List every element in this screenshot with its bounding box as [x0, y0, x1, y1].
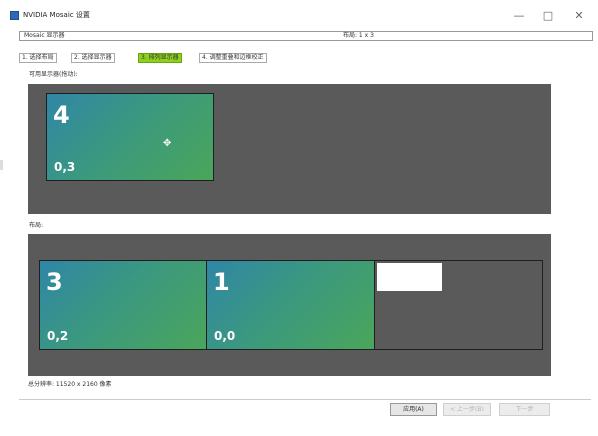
monitor-tile-4[interactable]: 4 0,3 [46, 93, 214, 181]
monitor-tile-1[interactable]: 1 0,0 [206, 260, 375, 350]
monitor-tile-3[interactable]: 3 0,2 [39, 260, 207, 350]
layout-summary: 布局: 1 x 3 [343, 32, 374, 39]
layout-panel: 3 0,2 1 0,0 [28, 234, 551, 376]
apply-button[interactable]: 应用(A) [390, 403, 437, 416]
monitor-position: 0,2 [47, 329, 69, 343]
monitor-number: 1 [213, 268, 230, 296]
available-displays-panel: 4 0,3 [28, 84, 551, 214]
footer-divider [19, 399, 591, 400]
empty-layout-slot[interactable] [374, 260, 543, 350]
close-button[interactable]: ✕ [569, 9, 589, 23]
monitor-position: 0,0 [214, 329, 236, 343]
step-select-displays[interactable]: 2. 选择显示器 [71, 53, 115, 63]
maximize-button[interactable]: □ [538, 9, 558, 23]
window-edge-marker [0, 160, 3, 170]
window-title: NVIDIA Mosaic 设置 [23, 11, 90, 19]
drop-target-highlight [377, 263, 442, 291]
title-bar: NVIDIA Mosaic 设置 — □ ✕ [0, 0, 598, 30]
minimize-button[interactable]: — [509, 9, 529, 23]
layout-label: 布局: [29, 222, 44, 229]
monitor-position: 0,3 [54, 160, 76, 174]
step-adjust-overlap[interactable]: 4. 调整重叠和边框校正 [199, 53, 267, 63]
previous-button[interactable]: < 上一步(B) [443, 403, 491, 416]
mosaic-display-label: Mosaic 显示器 [24, 32, 65, 39]
step-arrange-displays[interactable]: 3. 排列显示器 [138, 53, 182, 63]
mosaic-info-bar [19, 31, 593, 41]
move-cursor-icon: ✥ [163, 138, 172, 149]
step-select-layout[interactable]: 1. 选择布局 [19, 53, 57, 63]
monitor-number: 4 [53, 101, 70, 129]
monitor-number: 3 [46, 268, 63, 296]
nvidia-app-icon [10, 11, 19, 20]
next-button[interactable]: 下一步 [499, 403, 550, 416]
available-displays-label: 可用显示器(拖动): [29, 71, 78, 78]
total-resolution: 总分辨率: 11520 x 2160 像素 [28, 381, 112, 388]
